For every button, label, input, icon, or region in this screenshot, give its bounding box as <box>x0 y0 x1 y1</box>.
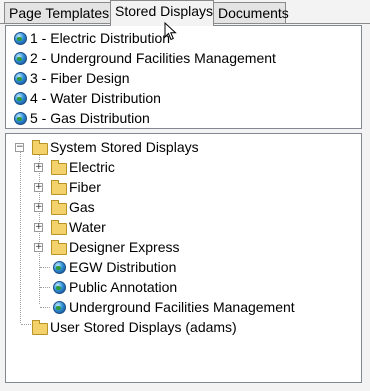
tree-node-label: User Stored Displays (adams) <box>50 319 237 335</box>
tree-node-public-annotation[interactable]: Public Annotation <box>6 277 361 297</box>
globe-icon <box>53 301 66 314</box>
collapse-icon[interactable]: − <box>15 143 24 152</box>
tab-strip: Page Templates Stored Displays Documents <box>0 0 370 26</box>
folder-icon <box>51 180 67 195</box>
globe-icon <box>14 32 27 45</box>
folder-icon <box>32 140 48 155</box>
tree-node-label: Fiber <box>69 179 101 195</box>
folder-icon <box>51 200 67 215</box>
stored-displays-list[interactable]: 1 - Electric Distribution 2 - Undergroun… <box>5 25 362 129</box>
tree-node-water[interactable]: + Water <box>6 217 361 237</box>
tree-node-gas[interactable]: + Gas <box>6 197 361 217</box>
tree-node-label: Water <box>69 219 106 235</box>
globe-icon <box>14 92 27 105</box>
tab-documents[interactable]: Documents <box>213 2 289 23</box>
globe-icon <box>53 281 66 294</box>
globe-icon <box>53 261 66 274</box>
tree-node-egw-distribution[interactable]: EGW Distribution <box>6 257 361 277</box>
tree-connector <box>40 267 50 268</box>
tree-connector <box>40 287 50 288</box>
tab-stored-displays-label: Stored Displays <box>115 3 214 19</box>
folder-icon <box>51 220 67 235</box>
list-item-label: 1 - Electric Distribution <box>30 30 171 46</box>
tab-page-templates-label: Page Templates <box>9 5 110 21</box>
tree-node-designer-express[interactable]: + Designer Express <box>6 237 361 257</box>
tree-node-label: EGW Distribution <box>69 259 177 275</box>
list-item[interactable]: 5 - Gas Distribution <box>6 108 361 128</box>
expand-icon[interactable]: + <box>34 223 43 232</box>
tree-node-label: Designer Express <box>69 239 180 255</box>
folder-icon <box>32 320 48 335</box>
globe-icon <box>14 72 27 85</box>
tree-node-fiber[interactable]: + Fiber <box>6 177 361 197</box>
folder-icon <box>51 240 67 255</box>
tree-node-label: Underground Facilities Management <box>69 299 295 315</box>
tree-node-label: Public Annotation <box>69 279 178 295</box>
list-item[interactable]: 1 - Electric Distribution <box>6 28 361 48</box>
stored-displays-tree[interactable]: − System Stored Displays + Electric + Fi… <box>5 133 362 383</box>
tree-node-underground-facilities-management[interactable]: Underground Facilities Management <box>6 297 361 317</box>
tab-documents-label: Documents <box>218 5 289 21</box>
list-item-label: 5 - Gas Distribution <box>30 110 150 126</box>
tab-page-templates[interactable]: Page Templates <box>4 2 111 23</box>
expand-icon[interactable]: + <box>34 163 43 172</box>
globe-icon <box>14 112 27 125</box>
tree-node-label: Gas <box>69 199 95 215</box>
folder-icon <box>51 160 67 175</box>
list-item-label: 3 - Fiber Design <box>30 70 130 86</box>
mouse-pointer-icon <box>164 22 177 41</box>
globe-icon <box>14 52 27 65</box>
list-item[interactable]: 2 - Underground Facilities Management <box>6 48 361 68</box>
expand-icon[interactable]: + <box>34 183 43 192</box>
tree-node-label: System Stored Displays <box>50 139 199 155</box>
tree-node-user-stored-displays[interactable]: User Stored Displays (adams) <box>6 317 361 337</box>
expand-icon[interactable]: + <box>34 203 43 212</box>
expand-icon[interactable]: + <box>34 243 43 252</box>
tree-node-electric[interactable]: + Electric <box>6 157 361 177</box>
list-item-label: 2 - Underground Facilities Management <box>30 50 276 66</box>
list-item[interactable]: 4 - Water Distribution <box>6 88 361 108</box>
tree-connector <box>40 307 50 308</box>
tree-node-label: Electric <box>69 159 115 175</box>
tree-node-system-stored-displays[interactable]: − System Stored Displays <box>6 137 361 157</box>
list-item-label: 4 - Water Distribution <box>30 90 161 106</box>
list-item[interactable]: 3 - Fiber Design <box>6 68 361 88</box>
tab-stored-displays[interactable]: Stored Displays <box>110 0 214 26</box>
